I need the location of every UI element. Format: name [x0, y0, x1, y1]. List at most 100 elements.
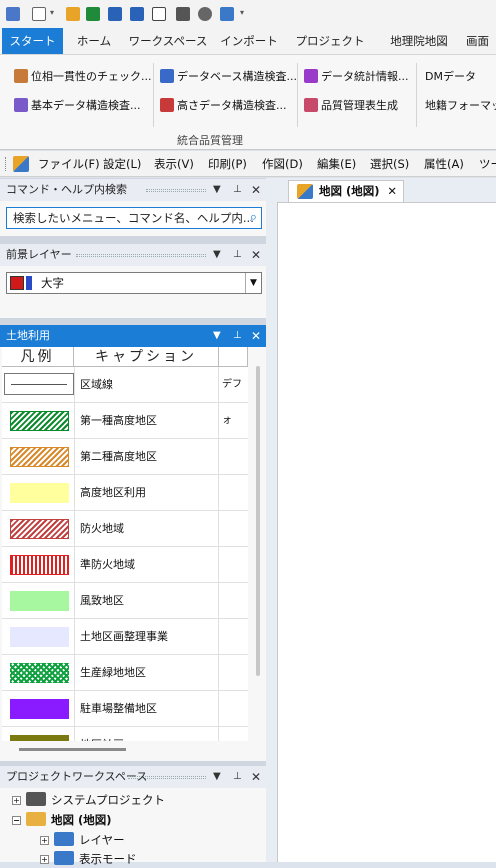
download-icon[interactable] [108, 7, 122, 21]
chevron-down-icon[interactable]: ▼ [245, 273, 261, 293]
tree-item-map[interactable]: − 地図 (地図) [12, 811, 112, 829]
app-icon[interactable] [6, 7, 20, 21]
excel-icon[interactable] [86, 7, 100, 21]
legend-swatch [10, 735, 69, 741]
legend-caption: 生産緑地地区 [80, 666, 146, 679]
collapse-icon[interactable]: − [12, 816, 21, 825]
dropdown-icon[interactable]: ▼ [213, 179, 221, 201]
legend-row[interactable]: 防火地域 [2, 511, 248, 547]
topology-check-button[interactable]: 位相一貫性のチェック... [14, 68, 152, 86]
legend-row[interactable]: 第二種高度地区 [2, 439, 248, 475]
data-statistics-button[interactable]: データ統計情報... [304, 68, 409, 86]
dropdown-icon[interactable]: ▼ [213, 244, 221, 266]
map-canvas[interactable] [277, 202, 496, 862]
tree-item-display-mode[interactable]: + 表示モード [40, 850, 137, 868]
legend-row[interactable]: 土地区画整理事業 [2, 619, 248, 655]
tab-map-document[interactable]: 地図 (地図) ✕ [288, 180, 404, 202]
search-settings-icon[interactable] [220, 7, 234, 21]
legend-row[interactable]: 風致地区 [2, 583, 248, 619]
pin-icon[interactable]: ⊥ [233, 244, 242, 266]
folder-open-icon [26, 812, 46, 826]
report-icon [304, 98, 318, 112]
legend-vertical-scrollbar[interactable] [256, 366, 260, 676]
tab-home[interactable]: ホーム [66, 28, 122, 54]
tab-start[interactable]: スタート [2, 28, 63, 54]
ribbon-separator [297, 63, 298, 127]
folder-icon [26, 792, 46, 806]
pen-icon [26, 276, 32, 290]
legend-row[interactable]: 駐車場整備地区 [2, 691, 248, 727]
column-header-caption[interactable]: キャプション [74, 347, 219, 367]
legend-row[interactable]: 区域線 デフォ [2, 367, 248, 426]
dm-data-button[interactable]: DMデータ [425, 68, 476, 86]
dropdown-icon[interactable]: ▼ [213, 325, 221, 347]
legend-caption: 地区計画 [80, 727, 124, 741]
column-header-legend[interactable]: 凡例 [2, 347, 74, 367]
pin-icon[interactable]: ⊥ [233, 325, 242, 347]
tab-import[interactable]: インポート [214, 28, 284, 54]
gear-icon[interactable] [198, 7, 212, 21]
foreground-layer-title-bar: 前景レイヤー ▼ ⊥ ✕ [0, 244, 266, 266]
menu-attribute[interactable]: 属性(A) [424, 151, 464, 177]
command-help-title-bar: コマンド・ヘルプ内検索 ▼ ⊥ ✕ [0, 179, 266, 201]
close-icon[interactable]: ✕ [251, 244, 261, 266]
menu-tools[interactable]: ツー [479, 151, 496, 177]
close-icon[interactable]: ✕ [251, 179, 261, 201]
menu-file[interactable]: ファイル(F) [38, 151, 100, 177]
search-icon[interactable]: ⌕ [250, 208, 257, 228]
map-tool-icon[interactable] [13, 156, 29, 172]
menu-settings[interactable]: 設定(L) [103, 151, 141, 177]
tree-item-system-project[interactable]: + システムプロジェクト [12, 791, 165, 809]
ribbon-separator [416, 63, 417, 127]
tab-screen[interactable]: 画面 [466, 28, 496, 54]
legend-horizontal-scrollbar[interactable] [19, 748, 126, 751]
legend-caption: 風致地区 [80, 594, 124, 607]
cadastral-format-button[interactable]: 地籍フォーマット [425, 97, 496, 115]
basic-structure-check-button[interactable]: 基本データ構造検査... [14, 97, 141, 115]
expand-icon[interactable]: + [40, 855, 49, 864]
customize-icon[interactable]: ▾ [240, 8, 244, 17]
command-search-input[interactable]: 検索したいメニュー、コマンド名、ヘルプ内... ⌕ [6, 207, 262, 229]
tab-project[interactable]: プロジェクト [288, 28, 372, 54]
legend-row[interactable]: 第一種高度地区 [2, 403, 248, 439]
copy-icon[interactable] [152, 7, 166, 21]
download-multi-icon[interactable] [130, 7, 144, 21]
legend-swatch [10, 411, 69, 431]
pin-icon[interactable]: ⊥ [233, 179, 242, 201]
legend-swatch [10, 555, 69, 575]
ribbon-group-label: 統合品質管理 [177, 134, 243, 147]
open-folder-icon[interactable] [66, 7, 80, 21]
database-structure-check-button[interactable]: データベース構造検査... [160, 68, 297, 86]
menu-print[interactable]: 印刷(P) [208, 151, 247, 177]
chevron-down-icon[interactable]: ▾ [50, 8, 54, 17]
topology-icon [14, 69, 28, 83]
foreground-layer-select[interactable]: 大字 ▼ [6, 272, 262, 294]
column-header-extra[interactable] [219, 347, 248, 367]
menu-edit[interactable]: 編集(E) [317, 151, 356, 177]
height-structure-check-button[interactable]: 高さデータ構造検査... [160, 97, 287, 115]
close-icon[interactable]: ✕ [251, 766, 261, 788]
selected-layer-label: 大字 [41, 276, 64, 290]
dropdown-icon[interactable]: ▼ [213, 766, 221, 788]
legend-caption: 高度地区利用 [80, 486, 146, 499]
menu-view[interactable]: 表示(V) [154, 151, 194, 177]
legend-swatch [10, 519, 69, 539]
legend-row[interactable]: 準防火地域 [2, 547, 248, 583]
close-icon[interactable]: ✕ [387, 181, 397, 202]
new-file-icon[interactable] [32, 7, 46, 21]
expand-icon[interactable]: + [40, 836, 49, 845]
menu-draw[interactable]: 作図(D) [262, 151, 303, 177]
tab-gsi-map[interactable]: 地理院地図 [376, 28, 462, 54]
legend-row[interactable]: 高度地区利用 [2, 475, 248, 511]
project-workspace-title-bar: プロジェクトワークスペース ▼ ⊥ ✕ [0, 766, 266, 788]
close-icon[interactable]: ✕ [251, 325, 261, 347]
tree-item-layer[interactable]: + レイヤー [40, 831, 125, 849]
pin-icon[interactable]: ⊥ [233, 766, 242, 788]
menu-select[interactable]: 選択(S) [370, 151, 409, 177]
grid-icon[interactable] [176, 7, 190, 21]
legend-row[interactable]: 生産緑地地区 [2, 655, 248, 691]
quality-table-button[interactable]: 品質管理表生成 [304, 97, 398, 115]
tab-workspace[interactable]: ワークスペース [124, 28, 212, 54]
expand-icon[interactable]: + [12, 796, 21, 805]
legend-row[interactable]: 地区計画 [2, 727, 248, 741]
